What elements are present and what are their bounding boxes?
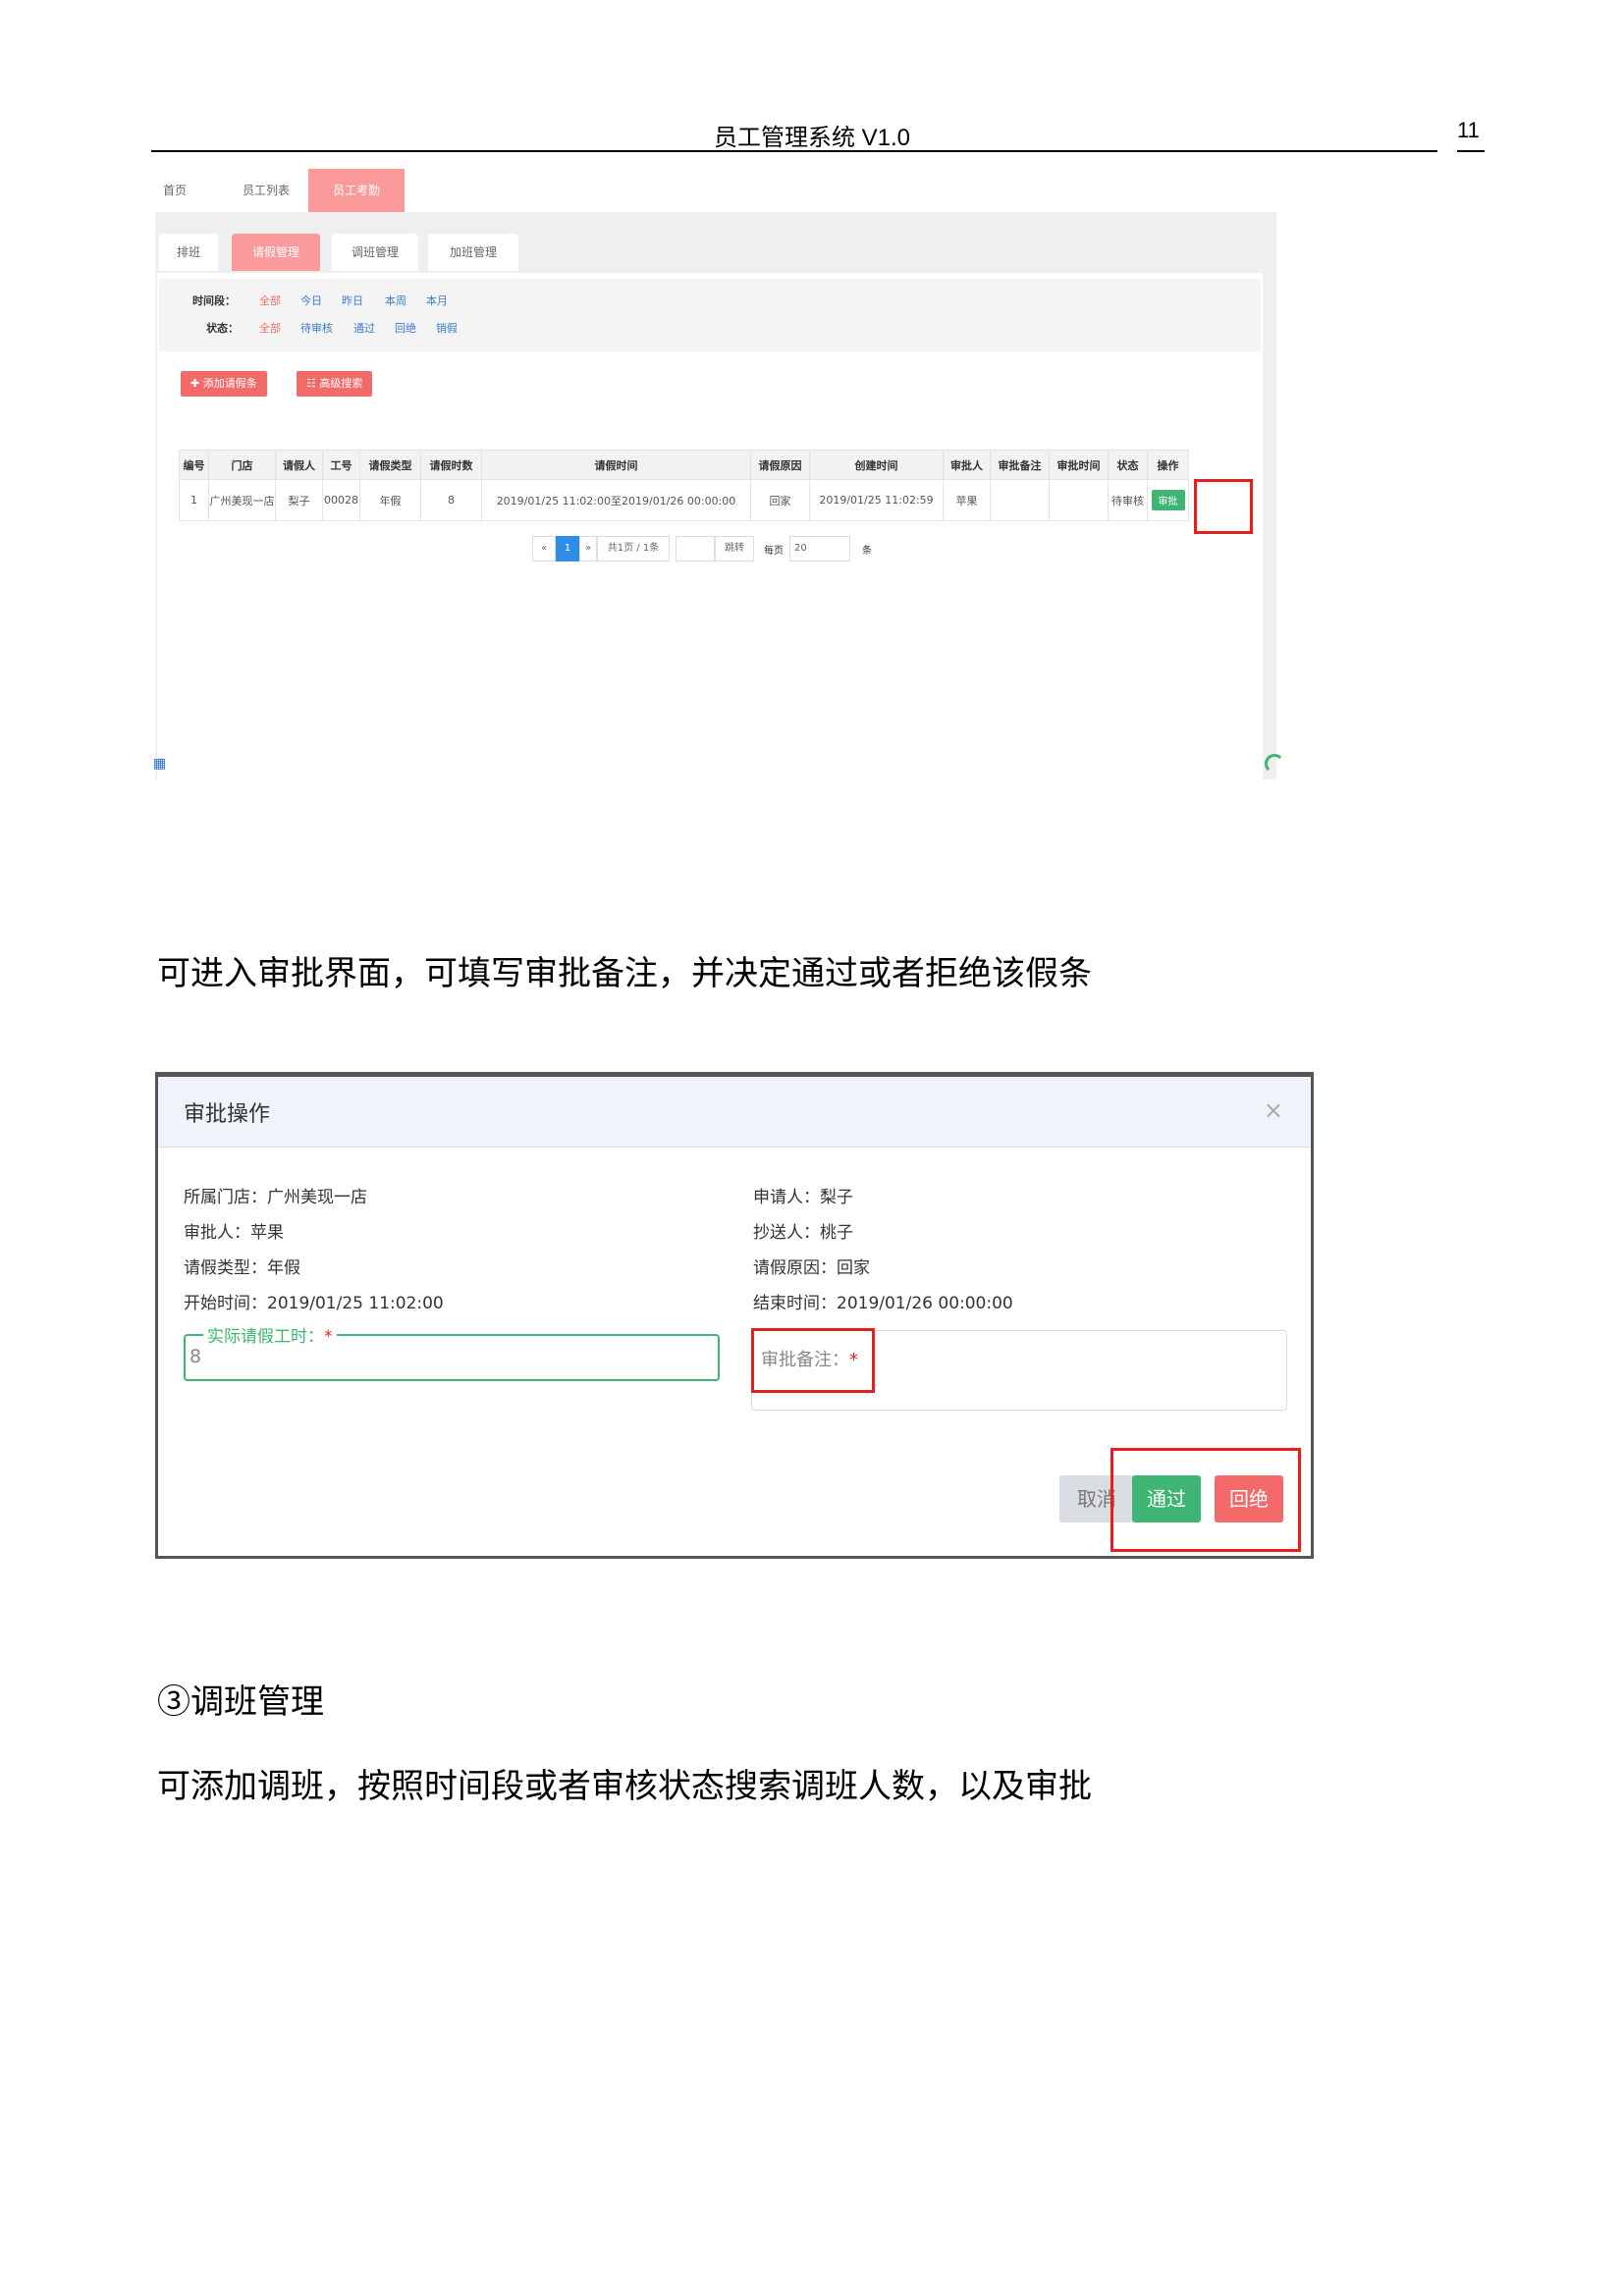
info-applicant: 申请人：梨子 xyxy=(753,1188,853,1207)
period-this-month[interactable]: 本月 xyxy=(426,293,448,308)
info-end-time: 结束时间：2019/01/26 00:00:00 xyxy=(753,1294,1013,1313)
pager-unit: 条 xyxy=(862,546,872,557)
cell-leave-type: 年假 xyxy=(359,479,421,521)
top-tabs: 首页 员工列表 员工考勤 xyxy=(153,169,1276,212)
col-created-time: 创建时间 xyxy=(809,450,944,480)
top-tab-attendance[interactable]: 员工考勤 xyxy=(308,169,405,212)
col-id: 编号 xyxy=(179,450,209,480)
pager-current[interactable]: 1 xyxy=(556,536,579,561)
sub-tab-schedule[interactable]: 排班 xyxy=(159,234,218,271)
info-start-time: 开始时间：2019/01/25 11:02:00 xyxy=(184,1294,444,1313)
col-action: 操作 xyxy=(1147,450,1189,480)
period-this-week[interactable]: 本周 xyxy=(385,293,406,308)
cell-approver: 苹果 xyxy=(943,479,991,521)
cell-status: 待审核 xyxy=(1108,479,1148,521)
status-passed[interactable]: 通过 xyxy=(353,320,375,336)
cell-applicant: 梨子 xyxy=(275,479,323,521)
sub-tab-overtime[interactable]: 加班管理 xyxy=(428,234,518,271)
approval-modal: 审批操作 × 所属门店：广州美现一店 审批人：苹果 请假类型：年假 开始时间：2… xyxy=(155,1072,1314,1559)
info-cc: 抄送人：桃子 xyxy=(753,1223,853,1243)
col-leave-type: 请假类型 xyxy=(359,450,421,480)
col-leave-hours: 请假时数 xyxy=(420,450,482,480)
leave-list-screenshot: 首页 员工列表 员工考勤 排班 请假管理 调班管理 加班管理 时间段： 全部 今… xyxy=(153,169,1284,779)
pager-prev[interactable]: « xyxy=(532,536,556,561)
cell-id: 1 xyxy=(179,479,209,521)
actual-hours-value: 8 xyxy=(189,1346,202,1367)
windows-icon: ▦ xyxy=(153,756,167,772)
modal-title: 审批操作 xyxy=(184,1102,271,1127)
cell-approval-time xyxy=(1049,479,1109,521)
col-applicant: 请假人 xyxy=(275,450,323,480)
status-all[interactable]: 全部 xyxy=(259,320,281,336)
cell-leave-time: 2019/01/25 11:02:00至2019/01/26 00:00:00 xyxy=(481,479,751,521)
section-title: ③调班管理 xyxy=(157,1682,324,1722)
filter-box: 时间段： 全部 今日 昨日 本周 本月 状态： 全部 待审核 通过 回绝 销假 xyxy=(159,279,1261,351)
leave-table: 编号 门店 请假人 工号 请假类型 请假时数 请假时间 请假原因 创建时间 审批… xyxy=(179,450,1189,521)
period-today[interactable]: 今日 xyxy=(300,293,322,308)
info-approver: 审批人：苹果 xyxy=(184,1223,284,1243)
sub-tab-leave[interactable]: 请假管理 xyxy=(232,234,320,271)
page-number: 11 xyxy=(1457,118,1480,142)
info-leave-type: 请假类型：年假 xyxy=(184,1258,300,1278)
cell-leave-hours: 8 xyxy=(420,479,482,521)
modal-header: 审批操作 × xyxy=(158,1077,1311,1148)
pager-jump-input[interactable] xyxy=(676,536,715,561)
cell-leave-reason: 回家 xyxy=(750,479,810,521)
highlight-actions xyxy=(1110,1448,1301,1552)
progress-arc-icon xyxy=(1265,754,1284,774)
top-tab-home[interactable]: 首页 xyxy=(153,169,196,212)
highlight-approve xyxy=(1194,479,1253,534)
col-approval-note: 审批备注 xyxy=(990,450,1050,480)
info-store: 所属门店：广州美现一店 xyxy=(184,1188,367,1207)
pager-next[interactable]: » xyxy=(579,536,597,561)
col-leave-reason: 请假原因 xyxy=(750,450,810,480)
status-label: 状态： xyxy=(206,322,239,335)
sub-tab-shift-change[interactable]: 调班管理 xyxy=(332,234,418,271)
col-approval-time: 审批时间 xyxy=(1049,450,1109,480)
col-employee-no: 工号 xyxy=(322,450,360,480)
info-reason: 请假原因：回家 xyxy=(753,1258,870,1278)
paragraph-approval-intro: 可进入审批界面，可填写审批备注，并决定通过或者拒绝该假条 xyxy=(157,954,1092,993)
pager-per-page-label: 每页 xyxy=(764,546,784,557)
approve-button[interactable]: 审批 xyxy=(1151,490,1185,510)
pager-summary: 共1页 / 1条 xyxy=(597,536,670,561)
status-cancelled[interactable]: 销假 xyxy=(436,320,458,336)
pager-jump-button[interactable]: 跳转 xyxy=(715,536,754,561)
actual-hours-label: 实际请假工时：* xyxy=(203,1322,337,1347)
col-status: 状态 xyxy=(1108,450,1148,480)
status-pending[interactable]: 待审核 xyxy=(300,320,333,336)
content-panel: 排班 请假管理 调班管理 加班管理 时间段： 全部 今日 昨日 本周 本月 状态… xyxy=(155,212,1276,779)
close-icon[interactable]: × xyxy=(1264,1096,1283,1124)
page-header-title: 员工管理系统 V1.0 xyxy=(713,125,911,151)
header-rule xyxy=(151,150,1437,152)
cell-approval-note xyxy=(990,479,1050,521)
period-all[interactable]: 全部 xyxy=(259,293,281,308)
table-row: 1 广州美现一店 梨子 00028 年假 8 2019/01/25 11:02:… xyxy=(179,479,1189,521)
col-approver: 审批人 xyxy=(943,450,991,480)
highlight-note xyxy=(751,1328,875,1393)
cell-employee-no: 00028 xyxy=(322,479,360,521)
cell-action: 审批 xyxy=(1147,479,1189,521)
col-store: 门店 xyxy=(208,450,276,480)
period-yesterday[interactable]: 昨日 xyxy=(342,293,363,308)
pager-per-page-input[interactable]: 20 xyxy=(789,536,850,561)
cell-store: 广州美现一店 xyxy=(208,479,276,521)
pager: « 1 » 共1页 / 1条 跳转 每页 20 条 xyxy=(532,536,872,561)
page-number-rule xyxy=(1457,150,1485,152)
leave-list-area: 时间段： 全部 今日 昨日 本周 本月 状态： 全部 待审核 通过 回绝 销假 … xyxy=(157,273,1263,779)
col-leave-time: 请假时间 xyxy=(481,450,751,480)
add-leave-button[interactable]: ✚ 添加请假条 xyxy=(181,371,267,397)
cell-created-time: 2019/01/25 11:02:59 xyxy=(809,479,944,521)
advanced-search-button[interactable]: ☷ 高级搜索 xyxy=(297,371,373,397)
status-rejected[interactable]: 回绝 xyxy=(395,320,416,336)
top-tab-employee-list[interactable]: 员工列表 xyxy=(224,169,308,212)
paragraph-shift-change: 可添加调班，按照时间段或者审核状态搜索调班人数，以及审批 xyxy=(157,1767,1092,1806)
period-label: 时间段： xyxy=(192,294,236,307)
